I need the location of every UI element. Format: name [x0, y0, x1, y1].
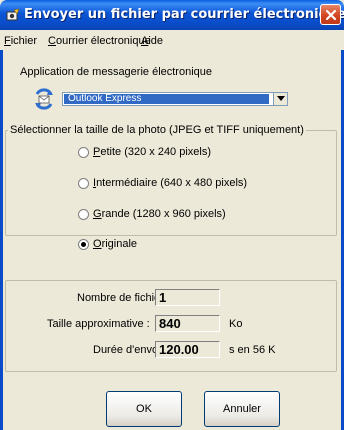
app-icon — [6, 8, 20, 21]
approx-size-unit: Ko — [229, 318, 243, 330]
menu-courrier-label: ourrier électronique — [55, 35, 151, 47]
mail-app-selection: Outlook Express — [64, 93, 269, 104]
approx-size-field: 840 — [155, 315, 220, 332]
menu-courrier-accel: C — [48, 35, 56, 47]
radio-petite-label[interactable]: Petite (320 x 240 pixels) — [93, 146, 211, 158]
radio-petite-text: etite (320 x 240 pixels) — [100, 146, 212, 158]
menu-fichier[interactable]: Fichier — [4, 35, 37, 47]
menu-courrier[interactable]: Courrier électronique — [48, 35, 151, 47]
menu-bar: Fichier Courrier électronique Aide — [0, 30, 344, 50]
radio-intermediaire-label[interactable]: Intermédiaire (640 x 480 pixels) — [93, 177, 247, 189]
send-time-field: 120.00 — [155, 341, 220, 358]
mail-app-value: Outlook Express — [68, 93, 142, 104]
radio-grande[interactable] — [78, 209, 89, 220]
chevron-down-icon — [277, 96, 285, 101]
mail-app-select[interactable]: Outlook Express — [62, 92, 288, 106]
radio-petite[interactable] — [78, 147, 89, 158]
mail-app-dropdown-button[interactable] — [273, 93, 287, 105]
close-icon — [325, 9, 337, 21]
approx-size-label: Taille approximative : — [47, 318, 150, 330]
menu-fichier-accel: F — [4, 35, 11, 47]
menu-aide-label: ide — [148, 35, 164, 47]
radio-grande-label[interactable]: Grande (1280 x 960 pixels) — [93, 208, 226, 220]
radio-intermediaire-text: ntermédiaire (640 x 480 pixels) — [96, 177, 248, 189]
radio-originale[interactable] — [78, 239, 89, 250]
ok-button[interactable]: OK — [106, 391, 182, 427]
mail-app-icon — [35, 88, 53, 110]
send-time-unit: s en 56 K — [229, 344, 276, 356]
file-count-field: 1 — [155, 289, 220, 306]
radio-intermediaire[interactable] — [78, 178, 89, 189]
window-title: Envoyer un fichier par courrier électron… — [24, 7, 344, 22]
radio-grande-accel: G — [93, 208, 102, 220]
cancel-button[interactable]: Annuler — [204, 391, 280, 427]
menu-fichier-label: ichier — [10, 35, 38, 47]
photo-size-caption: Sélectionner la taille de la photo (JPEG… — [8, 124, 306, 136]
radio-originale-label[interactable]: Originale — [93, 238, 137, 250]
title-bar: Envoyer un fichier par courrier électron… — [0, 0, 344, 30]
radio-grande-text: rande (1280 x 960 pixels) — [101, 208, 226, 220]
radio-originale-text: riginale — [101, 238, 138, 250]
radio-originale-accel: O — [93, 238, 102, 250]
mail-app-label: Application de messagerie électronique — [20, 66, 213, 78]
menu-aide[interactable]: Aide — [141, 35, 163, 47]
close-button[interactable] — [320, 4, 341, 25]
